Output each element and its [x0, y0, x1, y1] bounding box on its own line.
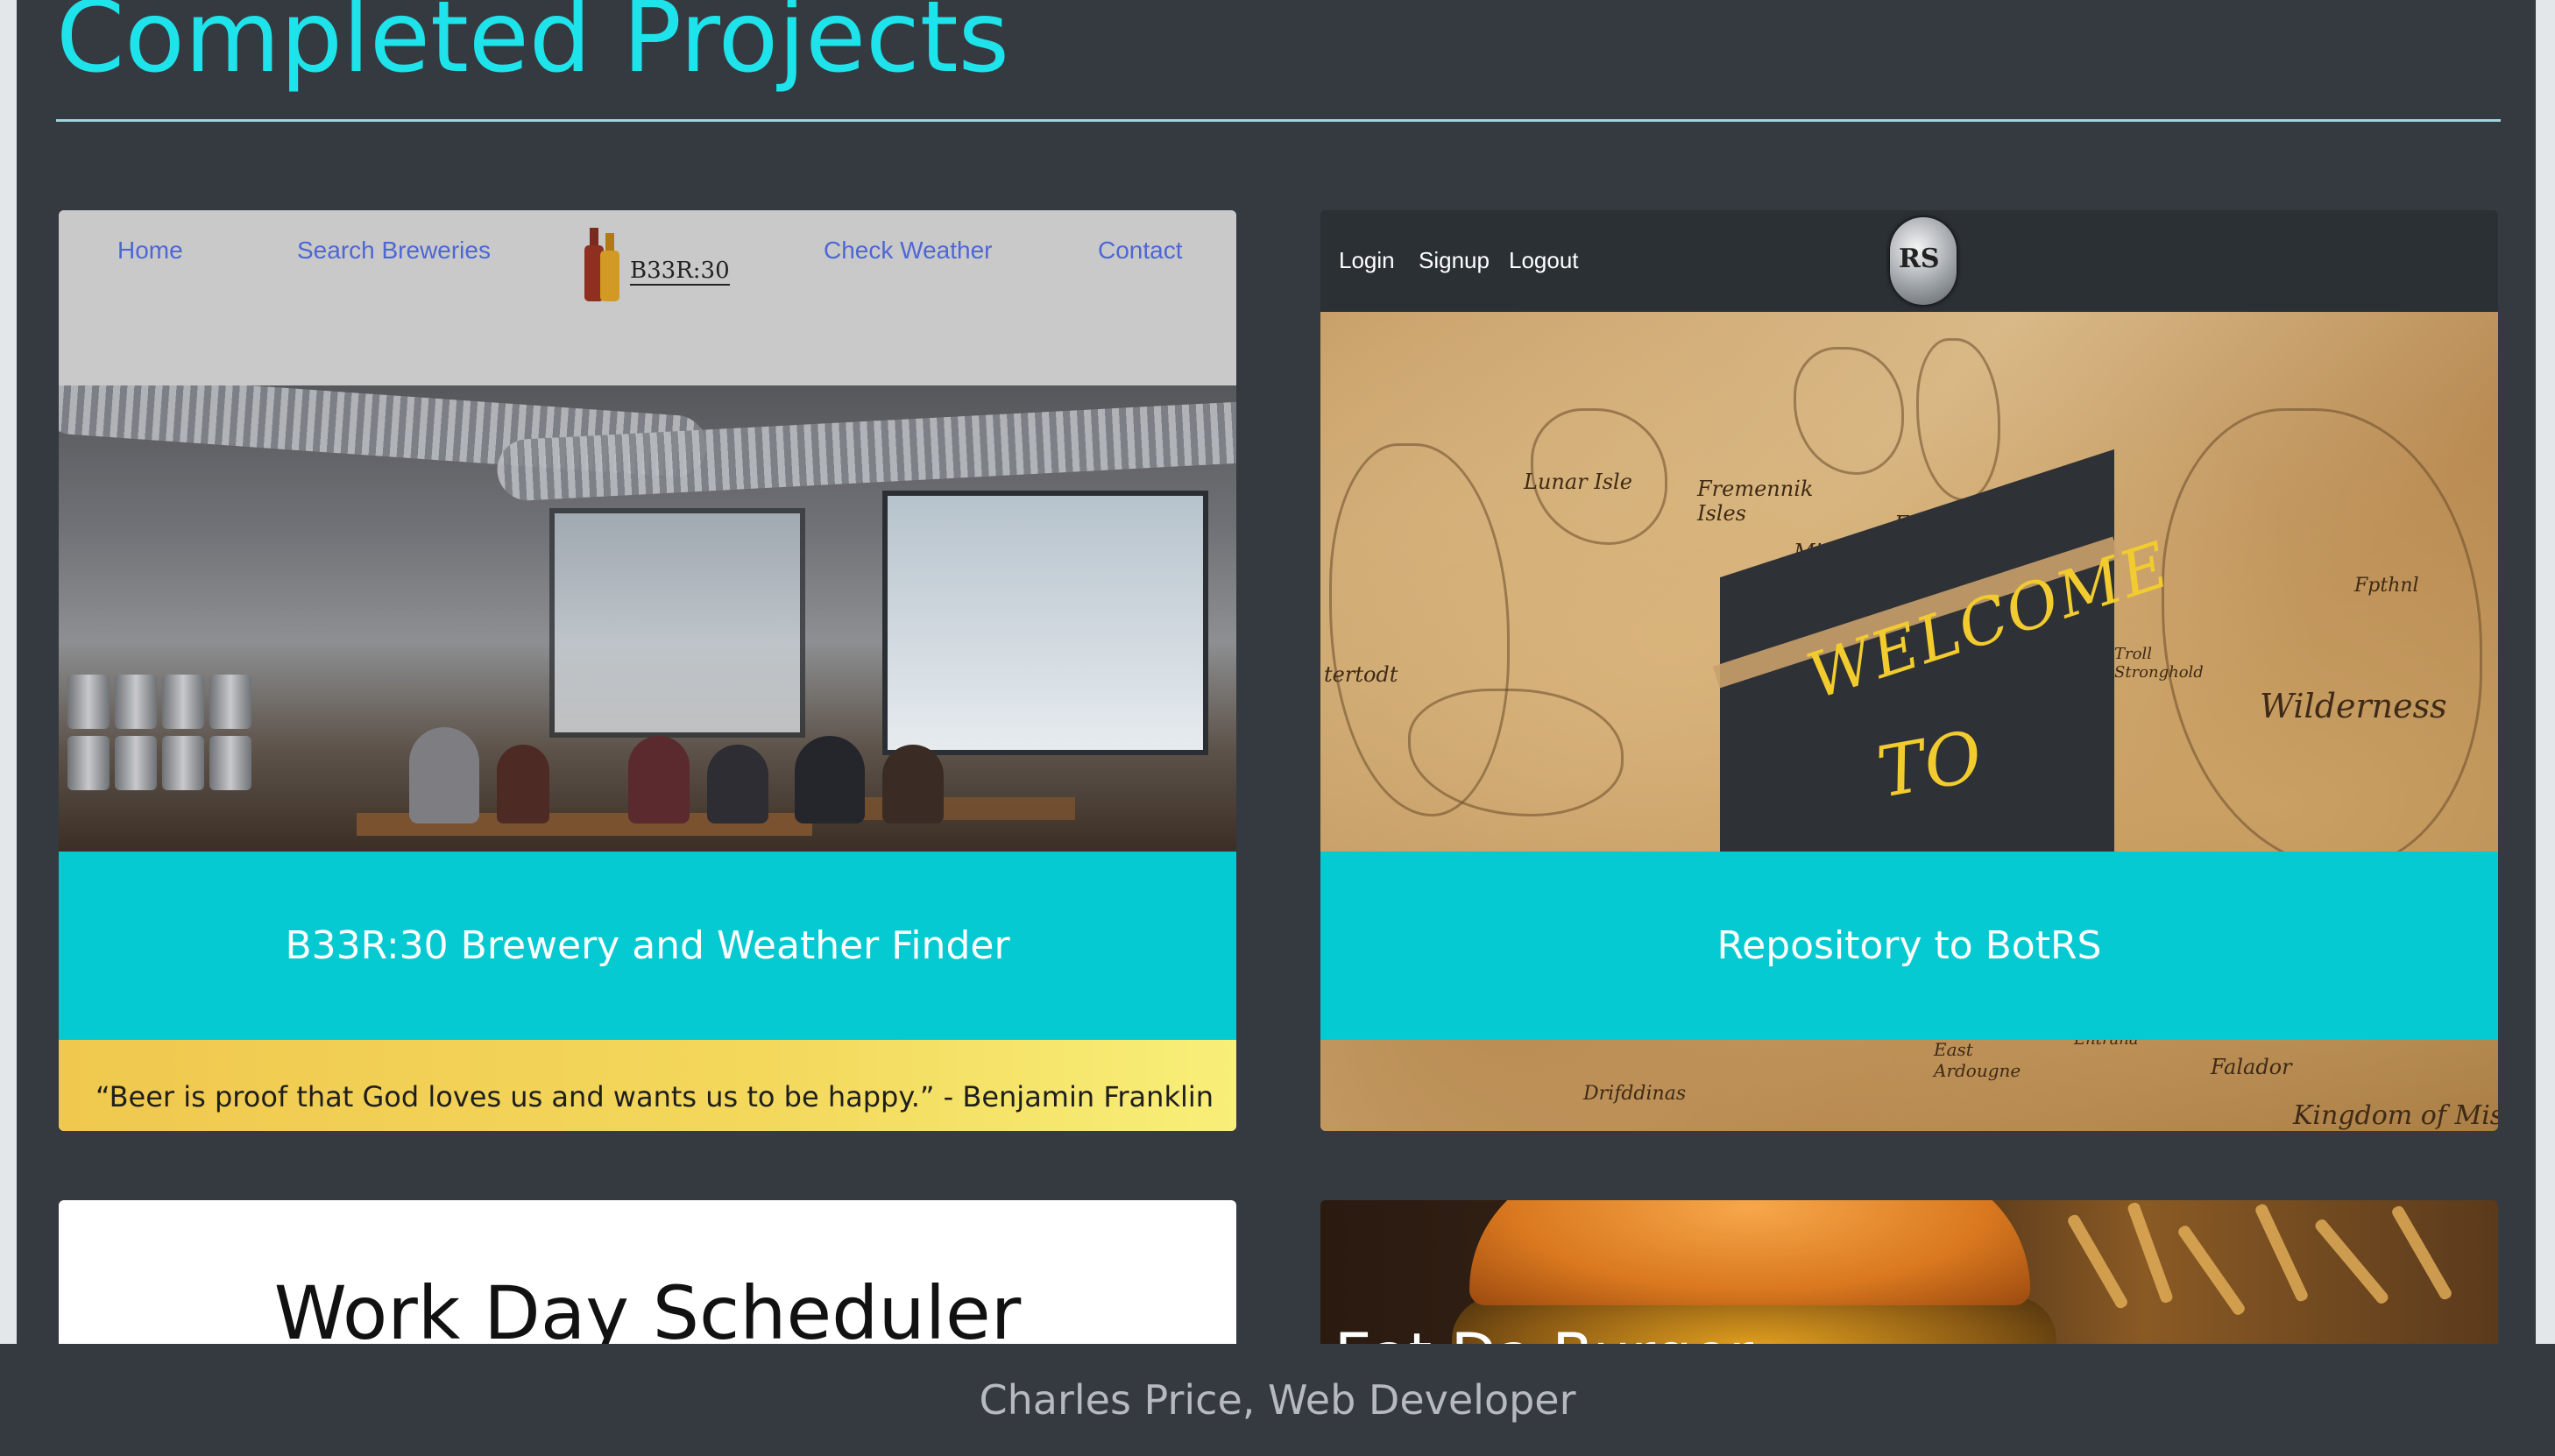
project-card-botrs[interactable]: Lunar Isle Fremennik Isles Miscella Etce…	[1320, 210, 2498, 1131]
map-label: tertodt	[1324, 662, 1398, 687]
burger-bun	[1469, 1200, 2030, 1305]
brewery-window	[549, 508, 805, 738]
nav-link-logout[interactable]: Logout	[1509, 247, 1579, 274]
patron	[628, 736, 690, 823]
botrs-navbar: Login Signup Logout RS	[1320, 210, 2498, 312]
beer-bottles-icon	[584, 228, 619, 301]
fries	[2313, 1217, 2390, 1306]
rs-logo-text: RS	[1899, 244, 1940, 274]
page-footer: Charles Price, Web Developer	[0, 1344, 2555, 1456]
keg	[67, 736, 110, 790]
patron	[795, 736, 865, 823]
page-right-margin	[2536, 0, 2555, 1456]
patron	[409, 727, 479, 823]
map-label: Lunar Isle	[1524, 470, 1632, 494]
fries	[2065, 1212, 2130, 1311]
brewery-navbar: Home Search Breweries B33R:30 Check Weat…	[59, 210, 1236, 385]
map-label: Troll Stronghold	[2114, 645, 2204, 682]
portfolio-section: Completed Projects Home Search Breweries…	[17, 0, 2536, 1456]
project-card-brewery[interactable]: Home Search Breweries B33R:30 Check Weat…	[59, 210, 1236, 1131]
keg	[115, 675, 157, 729]
keg	[209, 736, 251, 790]
project-title-banner[interactable]: Repository to BotRS	[1320, 852, 2498, 1040]
brewery-photo	[59, 385, 1236, 852]
brewery-window	[882, 491, 1208, 755]
brand-text: B33R:30	[630, 258, 730, 286]
fries	[2126, 1201, 2175, 1304]
nav-link-home[interactable]: Home	[117, 237, 183, 265]
project-title[interactable]: B33R:30 Brewery and Weather Finder	[285, 923, 1009, 968]
patron	[882, 745, 944, 823]
rs-logo[interactable]: RS	[1890, 217, 1957, 305]
nav-link-search-breweries[interactable]: Search Breweries	[297, 237, 491, 265]
keg	[115, 736, 157, 790]
nav-link-contact[interactable]: Contact	[1098, 237, 1183, 265]
map-label: East Ardougne	[1934, 1039, 2021, 1081]
section-heading: Completed Projects	[56, 0, 1010, 95]
map-label: Drifddinas	[1583, 1083, 1687, 1105]
fries	[2254, 1202, 2310, 1304]
patron	[497, 745, 549, 823]
keg	[162, 736, 204, 790]
map-label: Wilderness	[2260, 687, 2447, 725]
project-title-banner[interactable]: B33R:30 Brewery and Weather Finder	[59, 852, 1236, 1040]
map-label: Fremennik Isles	[1697, 477, 1814, 526]
patron	[707, 745, 768, 823]
map-coast	[2162, 408, 2482, 869]
page-left-margin	[0, 0, 17, 1456]
quote-text: “Beer is proof that God loves us and wan…	[96, 1080, 1214, 1113]
map-island	[1916, 338, 2000, 501]
fries	[2389, 1204, 2454, 1302]
map-label: Kingdom of Misthal	[2293, 1100, 2498, 1131]
fries	[2176, 1223, 2247, 1318]
project-title[interactable]: Repository to BotRS	[1717, 923, 2102, 968]
keg	[209, 675, 251, 729]
nav-link-login[interactable]: Login	[1339, 247, 1395, 274]
nav-link-check-weather[interactable]: Check Weather	[824, 237, 992, 265]
map-island	[1794, 347, 1904, 475]
nav-link-signup[interactable]: Signup	[1419, 247, 1490, 274]
brewery-logo[interactable]: B33R:30	[583, 228, 730, 301]
footer-text: Charles Price, Web Developer	[979, 1376, 1576, 1424]
keg	[67, 675, 110, 729]
map-label: Falador	[2211, 1055, 2292, 1079]
brewery-quote: “Beer is proof that God loves us and wan…	[59, 1040, 1236, 1131]
map-label: Fpthnl	[2354, 575, 2419, 597]
heading-divider	[56, 119, 2501, 122]
keg	[162, 675, 204, 729]
